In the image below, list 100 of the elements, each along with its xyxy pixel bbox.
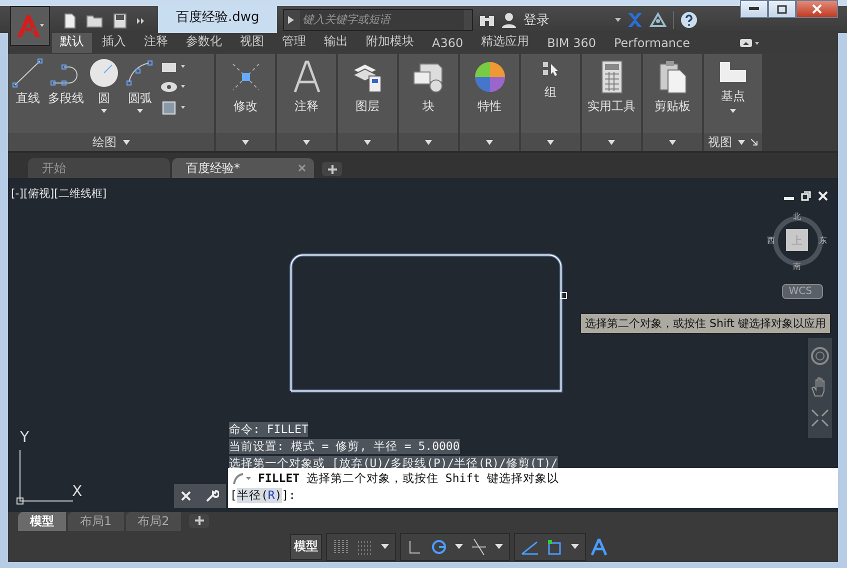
isometric-icon[interactable] (521, 538, 539, 554)
snap-dots-icon[interactable] (357, 538, 373, 554)
file-tab[interactable]: 百度经验* (172, 158, 314, 178)
caret-icon (486, 140, 493, 144)
minimize-button[interactable] (740, 0, 768, 18)
hatch-ellipse-icon[interactable] (160, 80, 186, 94)
caret-icon[interactable] (381, 544, 389, 549)
layout-tab[interactable]: 布局1 (68, 512, 124, 531)
ribbon-tab[interactable]: 参数化 (178, 31, 230, 53)
line-icon (12, 58, 44, 88)
user-icon[interactable] (501, 12, 518, 28)
new-file-icon[interactable] (62, 12, 78, 28)
new-layout-button[interactable] (189, 514, 210, 528)
hatch-icon[interactable] (160, 100, 186, 116)
caret-icon (608, 140, 615, 144)
caret-icon (122, 140, 130, 144)
caret-icon (547, 140, 554, 144)
arc-icon (126, 60, 152, 86)
grip-marker[interactable] (560, 292, 567, 299)
ribbon-tab[interactable]: Performance (606, 34, 698, 53)
tool-label: 圆 (98, 90, 110, 107)
command-line-handle[interactable] (174, 484, 226, 508)
panel-title: 块 (422, 98, 434, 115)
object-snap-icon[interactable] (547, 538, 563, 554)
file-tab[interactable]: 开始 (28, 158, 170, 178)
caret-icon (669, 140, 676, 144)
ribbon-tool-button[interactable]: 圆弧 (124, 58, 156, 133)
caret-icon[interactable] (495, 544, 503, 549)
tool-label[interactable]: 基点 (721, 88, 745, 105)
more-icon[interactable] (136, 16, 146, 26)
ribbon-panel[interactable]: 实用工具 (582, 54, 641, 151)
polar-tracking-icon[interactable] (431, 538, 447, 554)
ribbon-tool-button[interactable]: 直线 (12, 58, 44, 133)
plus-icon (328, 164, 336, 174)
caret-icon[interactable] (455, 544, 463, 549)
close-button[interactable] (796, 0, 838, 18)
ribbon-panel[interactable]: 剪贴板 (643, 54, 702, 151)
command-prompt-icon[interactable] (232, 472, 252, 486)
restore-icon[interactable] (801, 191, 811, 201)
annotation-scale-icon[interactable] (590, 538, 608, 556)
application-menu-button[interactable] (10, 6, 50, 46)
ribbon-panel[interactable]: 组 (521, 54, 580, 151)
save-icon[interactable] (112, 12, 128, 28)
panel-title[interactable]: 绘图 (92, 134, 116, 150)
compass-label: 东 (819, 235, 827, 246)
wrench-icon[interactable] (205, 489, 219, 503)
caret-icon[interactable] (571, 544, 579, 549)
close-icon (812, 4, 822, 14)
panel-toggle-icon[interactable] (740, 39, 760, 47)
base-point-icon (718, 60, 748, 84)
rectangle-icon[interactable] (160, 60, 186, 74)
ortho-icon[interactable] (407, 538, 423, 554)
ribbon-panel[interactable]: 注释 (277, 54, 336, 151)
triangle-network-icon[interactable] (649, 12, 668, 28)
ribbon-tab[interactable]: 管理 (274, 31, 314, 53)
ribbon-panel[interactable]: 块 (399, 54, 458, 151)
ribbon-tab[interactable]: A360 (424, 34, 472, 53)
compass-label: 西 (767, 235, 775, 246)
ribbon-panel[interactable]: 特性 (460, 54, 519, 151)
maximize-button[interactable] (768, 0, 796, 18)
ribbon-tab[interactable]: 默认 (52, 31, 92, 53)
compass-label: 南 (793, 261, 801, 272)
ribbon-tab[interactable]: 插入 (94, 31, 134, 53)
model-space-button[interactable]: 模型 (290, 534, 322, 560)
sign-in-link[interactable]: 登录 (523, 10, 550, 28)
command-option-link[interactable]: 半径(R) (236, 488, 282, 503)
layout-tab[interactable]: 模型 (18, 512, 66, 531)
ribbon-tool-button[interactable]: 多段线 (48, 58, 84, 133)
ribbon-tab[interactable]: 注释 (136, 31, 176, 53)
prompt-bracket: [ (230, 488, 237, 503)
object-snap-tracking-icon[interactable] (471, 538, 487, 556)
steering-wheel-icon[interactable] (810, 346, 830, 366)
ribbon-tab[interactable]: 附加模块 (358, 31, 422, 53)
ribbon-panel[interactable]: 修改 (216, 54, 275, 151)
zoom-extents-icon[interactable] (810, 408, 830, 428)
tool-label: 直线 (16, 90, 40, 107)
ribbon-tab[interactable]: 视图 (232, 31, 272, 53)
caret-icon (364, 140, 371, 144)
grid-icon[interactable] (333, 538, 349, 554)
ribbon-panel[interactable]: 图层 (338, 54, 397, 151)
minimize-icon (749, 7, 759, 11)
tool-label: 多段线 (48, 90, 84, 107)
layout-tab[interactable]: 布局2 (126, 512, 182, 531)
panel-title: 剪贴板 (654, 98, 690, 115)
ribbon-tab[interactable]: 输出 (316, 31, 356, 53)
new-tab-button[interactable] (322, 162, 342, 176)
caret-icon (738, 140, 745, 144)
dialog-launcher-icon[interactable] (751, 138, 758, 146)
axis-label: Y (20, 428, 30, 446)
panel-title: 特性 (478, 98, 502, 115)
ribbon-tab[interactable]: 精选应用 (473, 31, 538, 53)
open-folder-icon[interactable] (86, 12, 104, 28)
panel-title: 组 (544, 84, 556, 101)
ribbon-tab[interactable]: BIM 360 (539, 34, 604, 53)
caret-icon[interactable] (615, 18, 622, 22)
ribbon-tool-button[interactable]: 圆 (88, 58, 120, 133)
help-icon[interactable] (680, 10, 698, 28)
search-field[interactable]: 键入关键字或短语 (283, 8, 474, 30)
caret-icon (425, 140, 432, 144)
viewport-controls[interactable]: [-][俯视][二维线框] (11, 186, 107, 201)
